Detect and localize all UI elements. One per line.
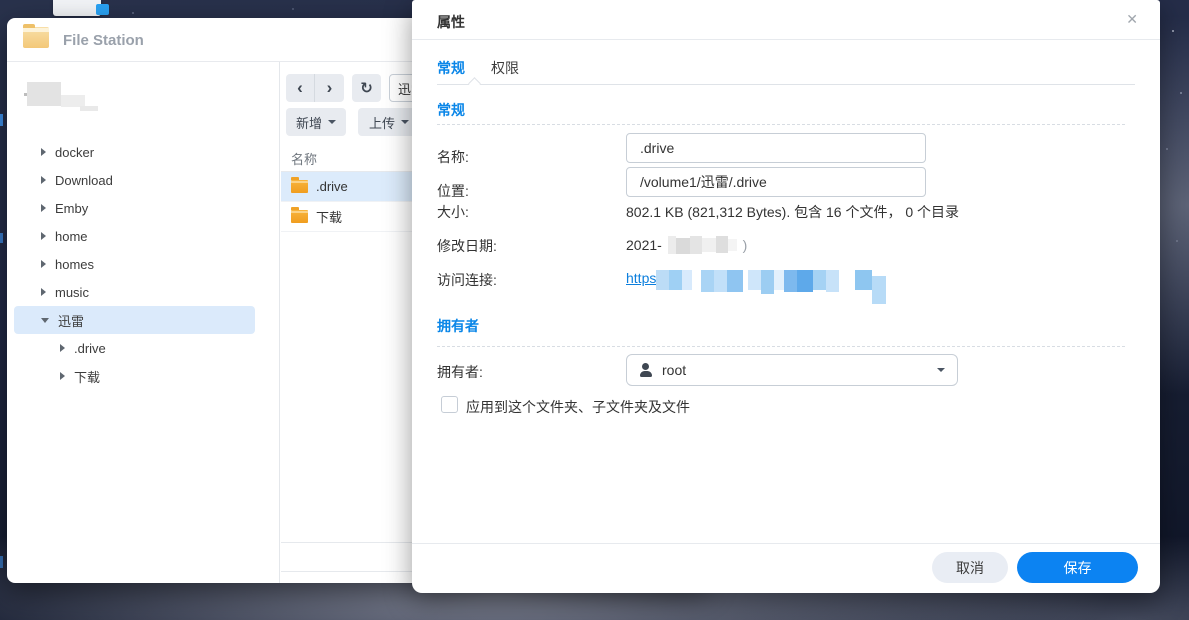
owner-dropdown[interactable]: root bbox=[626, 354, 958, 386]
section-divider bbox=[437, 346, 1125, 347]
caret-right-icon[interactable] bbox=[41, 176, 46, 184]
desktop-edge-fragment bbox=[0, 233, 3, 243]
cancel-button[interactable]: 取消 bbox=[932, 552, 1008, 583]
forward-button[interactable]: › bbox=[315, 74, 344, 102]
app-title: File Station bbox=[63, 32, 144, 49]
close-icon[interactable]: ✕ bbox=[1126, 11, 1138, 28]
section-heading-owner: 拥有者 bbox=[437, 316, 479, 336]
tab-general[interactable]: 常规 bbox=[437, 58, 465, 78]
sidebar-item-label: .drive bbox=[74, 341, 106, 356]
sidebar-item-docker[interactable]: docker bbox=[14, 138, 255, 166]
desktop-edge-fragment bbox=[0, 556, 3, 568]
link-label: 访问连接: bbox=[437, 270, 497, 290]
redacted-server-name bbox=[27, 82, 61, 106]
owner-label: 拥有者: bbox=[437, 362, 483, 382]
folder-tree: docker Download Emby home homes music bbox=[7, 138, 279, 390]
sidebar-item-music[interactable]: music bbox=[14, 278, 255, 306]
size-label: 大小: bbox=[437, 202, 469, 222]
redacted-date-blur bbox=[668, 236, 737, 254]
sidebar: docker Download Emby home homes music bbox=[7, 62, 280, 583]
new-button[interactable]: 新增 bbox=[286, 108, 346, 136]
upload-button[interactable]: 上传 bbox=[358, 108, 420, 136]
dialog-footer: 取消 保存 bbox=[412, 543, 1160, 593]
sidebar-item-label: docker bbox=[55, 145, 94, 160]
user-icon bbox=[639, 363, 653, 377]
active-tab-notch bbox=[468, 77, 481, 90]
modified-value: 2021- ) bbox=[626, 236, 747, 254]
access-link[interactable]: https bbox=[626, 270, 886, 304]
desktop-edge-fragment bbox=[0, 114, 3, 126]
sidebar-item-drive[interactable]: .drive bbox=[14, 334, 255, 362]
caret-right-icon[interactable] bbox=[60, 372, 65, 380]
chevron-down-icon bbox=[401, 120, 409, 124]
refresh-button[interactable]: ↻ bbox=[352, 74, 381, 102]
apply-checkbox[interactable] bbox=[441, 396, 458, 413]
caret-right-icon[interactable] bbox=[41, 148, 46, 156]
desktop-icon-fragment bbox=[53, 0, 101, 16]
sidebar-item-label: home bbox=[55, 229, 88, 244]
caret-down-icon[interactable] bbox=[41, 318, 49, 323]
dialog-title: 属性 bbox=[437, 12, 465, 32]
desktop-icon-badge bbox=[96, 4, 109, 15]
owner-value: root bbox=[662, 362, 937, 378]
sidebar-item-homes[interactable]: homes bbox=[14, 250, 255, 278]
tab-permissions[interactable]: 权限 bbox=[491, 58, 519, 78]
section-heading-general: 常规 bbox=[437, 100, 465, 120]
sidebar-item-label: Emby bbox=[55, 201, 88, 216]
column-header-label: 名称 bbox=[291, 149, 317, 168]
wallpaper-stars bbox=[1172, 30, 1174, 32]
sidebar-item-label: Download bbox=[55, 173, 113, 188]
link-text[interactable]: https bbox=[626, 270, 656, 286]
modified-date-prefix: 2021- bbox=[626, 237, 662, 253]
redacted-link-blur bbox=[656, 270, 886, 304]
save-button[interactable]: 保存 bbox=[1017, 552, 1138, 583]
file-name: .drive bbox=[316, 179, 348, 194]
sidebar-item-label: homes bbox=[55, 257, 94, 272]
nav-button-group: ‹ › bbox=[286, 74, 344, 102]
sidebar-item-home[interactable]: home bbox=[14, 222, 255, 250]
chevron-down-icon bbox=[328, 120, 336, 124]
size-value: 802.1 KB (821,312 Bytes). 包含 16 个文件， 0 个… bbox=[626, 202, 959, 222]
caret-right-icon[interactable] bbox=[41, 260, 46, 268]
sidebar-item-emby[interactable]: Emby bbox=[14, 194, 255, 222]
tab-underline bbox=[437, 84, 1135, 85]
upload-button-label: 上传 bbox=[369, 113, 395, 132]
caret-right-icon[interactable] bbox=[41, 204, 46, 212]
section-divider bbox=[437, 124, 1125, 125]
sidebar-item-label: 迅雷 bbox=[58, 311, 84, 330]
sidebar-item-xiazai[interactable]: 下载 bbox=[14, 362, 255, 390]
modified-label: 修改日期: bbox=[437, 236, 497, 256]
location-label: 位置: bbox=[437, 181, 469, 201]
sidebar-item-download[interactable]: Download bbox=[14, 166, 255, 194]
folder-icon bbox=[291, 210, 308, 223]
caret-right-icon[interactable] bbox=[41, 288, 46, 296]
apply-checkbox-label: 应用到这个文件夹、子文件夹及文件 bbox=[466, 397, 690, 417]
properties-dialog: 属性 ✕ 常规 权限 常规 名称: 位置: 大小: 802.1 KB (821,… bbox=[412, 0, 1160, 593]
chevron-down-icon bbox=[937, 368, 945, 372]
redacted-server-name bbox=[80, 106, 98, 111]
sidebar-item-label: music bbox=[55, 285, 89, 300]
name-label: 名称: bbox=[437, 147, 469, 167]
name-input[interactable] bbox=[626, 133, 926, 163]
sidebar-item-xunlei[interactable]: 迅雷 bbox=[14, 306, 255, 334]
caret-right-icon[interactable] bbox=[41, 232, 46, 240]
folder-icon bbox=[291, 180, 308, 193]
dialog-header: 属性 ✕ bbox=[412, 0, 1160, 40]
back-button[interactable]: ‹ bbox=[286, 74, 315, 102]
location-input[interactable] bbox=[626, 167, 926, 197]
file-station-app-icon bbox=[23, 27, 49, 48]
dialog-tabs: 常规 权限 bbox=[437, 58, 519, 78]
sidebar-item-label: 下载 bbox=[74, 367, 100, 386]
modified-date-suffix: ) bbox=[743, 237, 748, 253]
new-button-label: 新增 bbox=[296, 113, 322, 132]
caret-right-icon[interactable] bbox=[60, 344, 65, 352]
file-name: 下载 bbox=[316, 207, 342, 226]
